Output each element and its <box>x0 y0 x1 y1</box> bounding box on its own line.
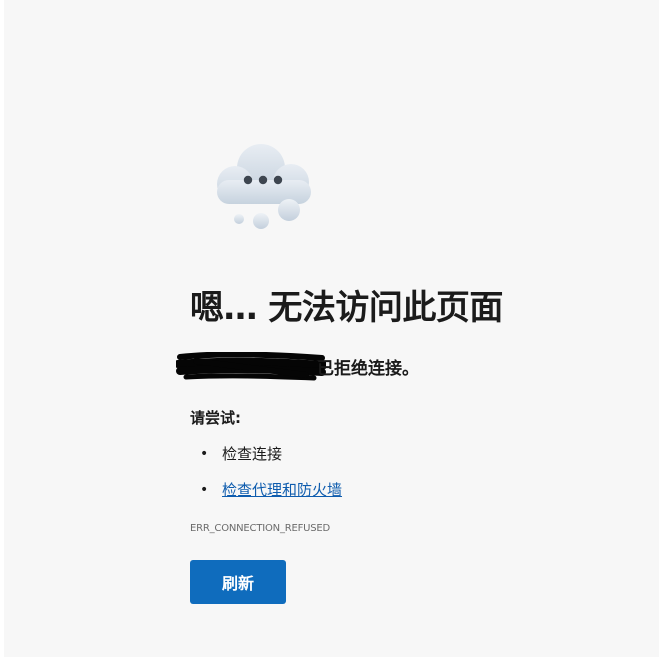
bullet-icon: • <box>200 446 209 462</box>
suggestion-check-connection: 检查连接 <box>222 445 283 463</box>
bullet-icon: • <box>200 482 209 498</box>
error-code: ERR_CONNECTION_REFUSED <box>190 523 331 534</box>
error-message: 已拒绝连接。 <box>176 352 436 384</box>
redacted-host <box>176 352 326 381</box>
error-page: 嗯… 无法访问此页面 已拒绝连接。 请尝试: • 检查连接 • 检查代理和防火墙… <box>4 0 659 657</box>
list-item: • 检查代理和防火墙 <box>200 479 342 515</box>
list-item: • 检查连接 <box>200 443 342 479</box>
refresh-button[interactable]: 刷新 <box>190 560 286 604</box>
page-title: 嗯… 无法访问此页面 <box>190 288 503 328</box>
suggestion-list: • 检查连接 • 检查代理和防火墙 <box>200 443 342 515</box>
check-proxy-firewall-link[interactable]: 检查代理和防火墙 <box>222 481 342 499</box>
cloud-with-dots-icon <box>217 144 311 229</box>
message-text: 已拒绝连接。 <box>317 359 419 379</box>
try-heading: 请尝试: <box>190 409 241 427</box>
